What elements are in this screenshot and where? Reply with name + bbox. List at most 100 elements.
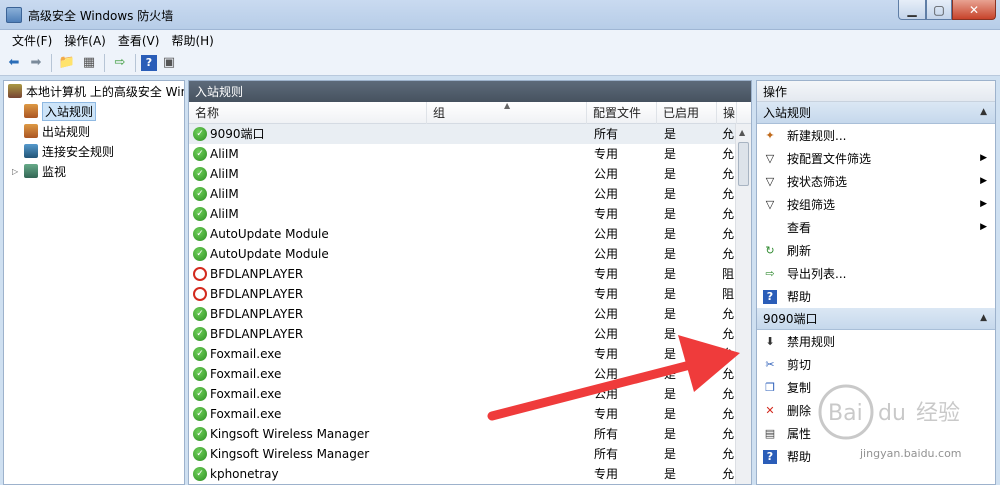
tree-item-monitoring[interactable]: ▷ 监视 bbox=[4, 161, 184, 181]
collapse-icon[interactable]: ▲ bbox=[980, 107, 987, 117]
minimize-button[interactable]: ▁ bbox=[898, 0, 926, 20]
rule-enabled-cell: 是 bbox=[664, 287, 677, 301]
delete-icon: ✕ bbox=[765, 404, 775, 417]
action-item-label: 按组筛选 bbox=[787, 198, 836, 212]
show-hide-action-pane-icon[interactable]: ▣ bbox=[159, 53, 179, 73]
rule-name: BFDLANPLAYER bbox=[210, 327, 304, 341]
rule-enabled-cell: 是 bbox=[664, 367, 677, 381]
table-row[interactable]: ✓ AliIM 专用是允 bbox=[189, 204, 751, 224]
help-icon[interactable]: ? bbox=[141, 54, 157, 71]
table-row[interactable]: BFDLANPLAYER 专用是阻 bbox=[189, 284, 751, 304]
rule-name-cell: ✓ AliIM bbox=[193, 184, 429, 204]
column-header-name[interactable]: 名称 bbox=[189, 102, 427, 124]
table-row[interactable]: ✓ Foxmail.exe 专用是允 bbox=[189, 344, 751, 364]
forward-arrow-icon[interactable]: ➡ bbox=[26, 53, 46, 73]
rule-name-cell: ✓ BFDLANPLAYER bbox=[193, 304, 429, 324]
vertical-scrollbar[interactable]: ▲ bbox=[735, 124, 751, 484]
help-icon: ? bbox=[763, 289, 777, 304]
rule-profile-cell: 公用 bbox=[594, 167, 619, 181]
expand-arrow-icon[interactable]: ▷ bbox=[12, 167, 22, 176]
table-row[interactable]: ✓ AliIM 公用是允 bbox=[189, 164, 751, 184]
menu-action[interactable]: 操作(A) bbox=[58, 32, 112, 49]
back-arrow-icon[interactable]: ⬅ bbox=[4, 53, 24, 73]
actions-section-inbound-rules[interactable]: 入站规则 ▲ bbox=[757, 102, 995, 124]
tree-item-inbound-rules[interactable]: 入站规则 bbox=[4, 101, 184, 121]
menu-file[interactable]: 文件(F) bbox=[6, 32, 58, 49]
tree-root[interactable]: 本地计算机 上的高级安全 Windows bbox=[4, 81, 184, 101]
table-row[interactable]: ✓ AliIM 公用是允 bbox=[189, 184, 751, 204]
actions-title: 操作 bbox=[757, 81, 995, 102]
disable-icon: ⬇ bbox=[765, 335, 775, 348]
allow-check-icon: ✓ bbox=[193, 447, 207, 461]
watermark-url: jingyan.baidu.com bbox=[860, 447, 962, 460]
blank-icon bbox=[763, 221, 777, 235]
close-button[interactable]: ✕ bbox=[952, 0, 996, 20]
action-item[interactable]: ▽ 按状态筛选 ▶ bbox=[757, 170, 995, 193]
table-row[interactable]: ✓ BFDLANPLAYER 公用是允 bbox=[189, 324, 751, 344]
rule-name-cell: ✓ AutoUpdate Module bbox=[193, 224, 429, 244]
rule-profile-cell: 所有 bbox=[594, 127, 619, 141]
tree-item-connection-security-rules[interactable]: 连接安全规则 bbox=[4, 141, 184, 161]
rule-profile-cell: 专用 bbox=[594, 467, 619, 481]
rule-name: AutoUpdate Module bbox=[210, 227, 329, 241]
table-row[interactable]: ✓ BFDLANPLAYER 公用是允 bbox=[189, 304, 751, 324]
svg-text:经验: 经验 bbox=[916, 401, 960, 426]
menu-help[interactable]: 帮助(H) bbox=[165, 32, 219, 49]
rule-profile-cell: 所有 bbox=[594, 427, 619, 441]
rule-enabled-cell: 是 bbox=[664, 327, 677, 341]
new-rule-icon: ✦ bbox=[765, 129, 775, 142]
actions-section-selected-rule[interactable]: 9090端口 ▲ bbox=[757, 308, 995, 330]
table-row[interactable]: ✓ AliIM 专用是允 bbox=[189, 144, 751, 164]
table-row[interactable]: ✓ AutoUpdate Module 公用是允 bbox=[189, 224, 751, 244]
action-item[interactable]: ↻ 刷新 bbox=[757, 239, 995, 262]
rule-profile-cell: 专用 bbox=[594, 347, 619, 361]
column-header-enabled[interactable]: 已启用 bbox=[657, 102, 717, 124]
table-row[interactable]: ✓ kphonetray 专用是允 bbox=[189, 464, 751, 484]
block-icon bbox=[193, 267, 207, 281]
action-item-label: 刷新 bbox=[787, 244, 812, 258]
allow-check-icon: ✓ bbox=[193, 367, 207, 381]
rule-name: AliIM bbox=[210, 147, 239, 161]
action-item-label: 导出列表... bbox=[787, 267, 847, 281]
rule-name: AliIM bbox=[210, 207, 239, 221]
column-header-action[interactable]: 操 bbox=[717, 102, 737, 124]
rule-name-cell: ✓ AliIM bbox=[193, 164, 429, 184]
table-row[interactable]: ✓ AutoUpdate Module 公用是允 bbox=[189, 244, 751, 264]
table-row[interactable]: BFDLANPLAYER 专用是阻 bbox=[189, 264, 751, 284]
export-list-icon[interactable]: ⇨ bbox=[110, 53, 130, 73]
table-row[interactable]: ✓ Kingsoft Wireless Manager 所有是允 bbox=[189, 444, 751, 464]
scrollbar-thumb[interactable] bbox=[738, 142, 749, 186]
column-header-profile[interactable]: 配置文件 bbox=[587, 102, 657, 124]
tree-item-outbound-rules[interactable]: 出站规则 bbox=[4, 121, 184, 141]
table-row[interactable]: ✓ 9090端口 所有是允 bbox=[189, 124, 751, 144]
rule-name: Kingsoft Wireless Manager bbox=[210, 447, 370, 461]
up-folder-icon[interactable]: 📁 bbox=[57, 53, 77, 73]
table-row[interactable]: ✓ Foxmail.exe 公用是允 bbox=[189, 364, 751, 384]
table-row[interactable]: ✓ Kingsoft Wireless Manager 所有是允 bbox=[189, 424, 751, 444]
outbound-rules-icon bbox=[24, 124, 38, 138]
window-title: 高级安全 Windows 防火墙 bbox=[28, 9, 174, 23]
rule-name: Foxmail.exe bbox=[210, 387, 282, 401]
rule-profile-cell: 公用 bbox=[594, 367, 619, 381]
action-item[interactable]: ⇨ 导出列表... bbox=[757, 262, 995, 285]
rule-enabled-cell: 是 bbox=[664, 347, 677, 361]
action-item[interactable]: ▽ 按组筛选 ▶ bbox=[757, 193, 995, 216]
rule-enabled-cell: 是 bbox=[664, 467, 677, 481]
table-row[interactable]: ✓ Foxmail.exe 专用是允 bbox=[189, 404, 751, 424]
cut-icon: ✂ bbox=[765, 358, 775, 371]
action-item[interactable]: 查看 ▶ bbox=[757, 216, 995, 239]
action-item-label: 帮助 bbox=[787, 290, 812, 304]
action-item[interactable]: ▽ 按配置文件筛选 ▶ bbox=[757, 147, 995, 170]
action-item[interactable]: ⬇ 禁用规则 bbox=[757, 330, 995, 353]
show-hide-tree-icon[interactable]: ▦ bbox=[79, 53, 99, 73]
action-item[interactable]: ✦ 新建规则... bbox=[757, 124, 995, 147]
rule-name: BFDLANPLAYER bbox=[210, 267, 304, 281]
table-row[interactable]: ✓ Foxmail.exe 公用是允 bbox=[189, 384, 751, 404]
maximize-button[interactable]: ▢ bbox=[926, 0, 952, 20]
rule-name: BFDLANPLAYER bbox=[210, 307, 304, 321]
menu-view[interactable]: 查看(V) bbox=[112, 32, 166, 49]
collapse-icon[interactable]: ▲ bbox=[980, 313, 987, 323]
scroll-up-icon[interactable]: ▲ bbox=[739, 128, 745, 137]
rule-name-cell: ✓ 9090端口 bbox=[193, 124, 429, 144]
action-item[interactable]: ? 帮助 bbox=[757, 285, 995, 308]
